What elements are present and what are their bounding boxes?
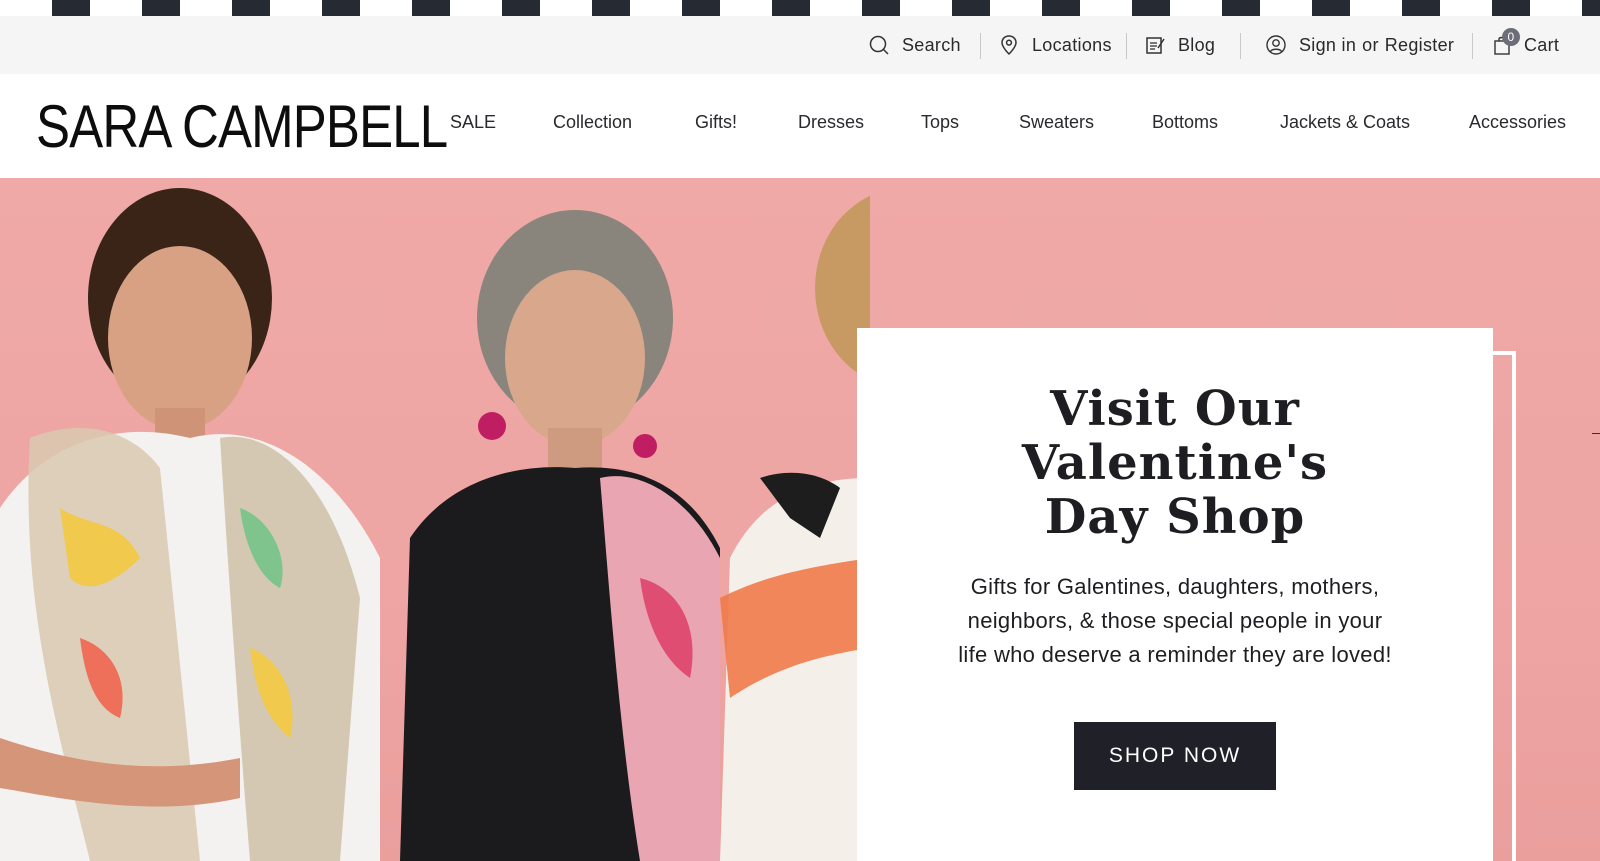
locations-link[interactable]: Locations (998, 16, 1112, 74)
blog-link[interactable]: Blog (1144, 16, 1215, 74)
site-logo[interactable]: SARA CAMPBELL (36, 86, 448, 166)
main-header: SARA CAMPBELL SALE Collection Gifts! Dre… (0, 74, 1600, 178)
utility-divider (1126, 33, 1127, 59)
top-checkered-strip (0, 0, 1600, 16)
search-link[interactable]: Search (868, 16, 961, 74)
nav-item-dresses[interactable]: Dresses (798, 112, 864, 133)
utility-divider (1472, 33, 1473, 59)
blog-icon (1146, 37, 1165, 54)
sign-in-link[interactable]: Sign in (1299, 35, 1356, 56)
or-text: or (1362, 34, 1379, 55)
hero-banner: Visit Our Valentine's Day Shop Gifts for… (0, 178, 1600, 861)
account-links: Sign in or Register (1265, 16, 1454, 74)
nav-item-sweaters[interactable]: Sweaters (1019, 112, 1094, 133)
utility-divider (1240, 33, 1241, 59)
cart-count-badge: 0 (1502, 28, 1520, 46)
promo-description: Gifts for Galentines, daughters, mothers… (958, 574, 1392, 667)
nav-item-bottoms[interactable]: Bottoms (1152, 112, 1218, 133)
promo-card: Visit Our Valentine's Day Shop Gifts for… (857, 328, 1493, 861)
nav-item-jackets-coats[interactable]: Jackets & Coats (1280, 112, 1410, 133)
hero-models-photo (0, 188, 870, 861)
user-icon (1266, 35, 1286, 55)
nav-item-collection[interactable]: Collection (553, 112, 632, 133)
slider-arrow-indicator[interactable] (1592, 433, 1600, 434)
utility-divider (980, 33, 981, 59)
cart-link[interactable]: 0 Cart (1492, 16, 1559, 74)
register-link[interactable]: Register (1385, 35, 1454, 56)
locations-label: Locations (1032, 34, 1112, 55)
nav-item-sale[interactable]: SALE (450, 112, 496, 133)
nav-item-accessories[interactable]: Accessories (1469, 112, 1566, 133)
nav-item-tops[interactable]: Tops (921, 112, 959, 133)
cart-label: Cart (1524, 34, 1560, 55)
location-pin-icon (1001, 35, 1017, 56)
cart-icon-wrap: 0 (1492, 28, 1520, 56)
nav-item-gifts[interactable]: Gifts! (695, 112, 737, 133)
shop-now-button[interactable]: SHOP NOW (1074, 722, 1276, 790)
blog-label: Blog (1178, 34, 1216, 55)
search-icon (869, 35, 889, 55)
promo-title: Visit Our Valentine's Day Shop (1021, 381, 1329, 545)
search-label: Search (902, 34, 961, 55)
utility-bar: Search Locations Blog Sign in or Registe… (0, 16, 1600, 74)
